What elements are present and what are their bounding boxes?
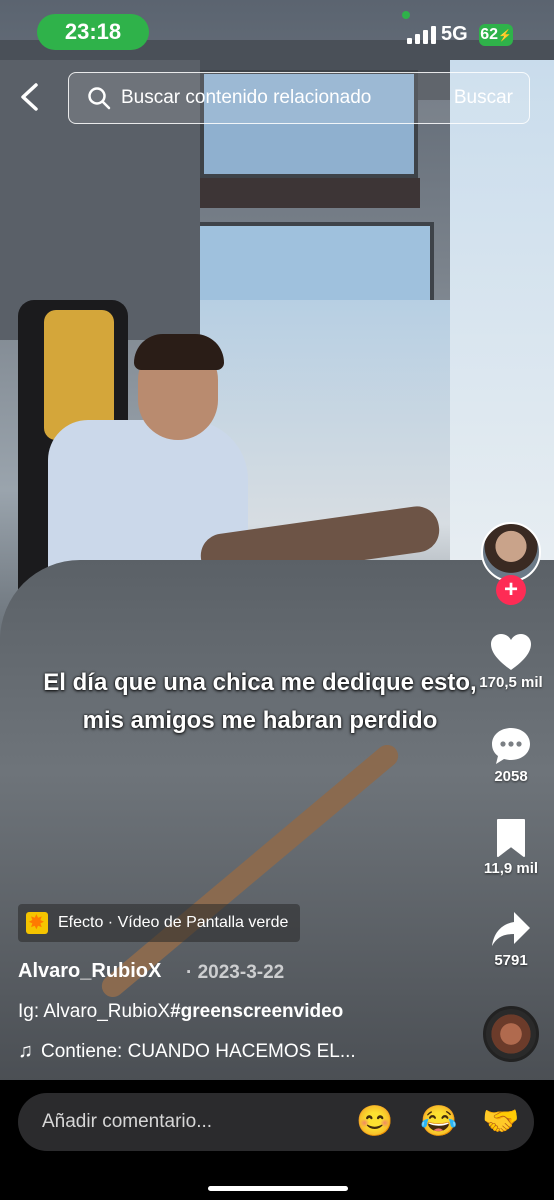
- post-description: Ig: Alvaro_RubioX#greenscreenvideo: [18, 1001, 343, 1023]
- effect-tag[interactable]: Efecto · Vídeo de Pantalla verde: [18, 904, 301, 942]
- comment-input[interactable]: Añadir comentario... 😊 😂 🤝: [18, 1093, 534, 1151]
- like-button[interactable]: 170,5 mil: [474, 632, 548, 691]
- comment-button[interactable]: 2058: [474, 726, 548, 785]
- chevron-left-icon: [21, 83, 38, 111]
- share-button[interactable]: 5791: [474, 910, 548, 969]
- music-info[interactable]: ♫ Contiene: CUANDO HACEMOS EL...: [18, 1040, 356, 1063]
- share-arrow-icon: [492, 912, 530, 946]
- post-date: · 2023-3-22: [186, 962, 285, 983]
- like-count: 170,5 mil: [479, 674, 543, 691]
- hashtag-link[interactable]: #greenscreenvideo: [170, 1001, 343, 1022]
- search-placeholder: Buscar contenido relacionado: [121, 87, 372, 108]
- search-icon: [88, 87, 111, 110]
- back-button[interactable]: [18, 82, 48, 116]
- status-bar: 23:18 5G 62⚡: [0, 0, 554, 60]
- bookmark-icon: [497, 819, 525, 857]
- comment-bubble-icon: [492, 728, 530, 764]
- bus-window-middle: [196, 222, 434, 308]
- search-button[interactable]: Buscar: [454, 87, 513, 109]
- signal-icon: [407, 26, 437, 44]
- creator-username[interactable]: Alvaro_RubioX: [18, 960, 161, 983]
- privacy-indicator-dot: [402, 11, 410, 19]
- comment-placeholder: Añadir comentario...: [42, 1111, 213, 1132]
- music-title: Contiene: CUANDO HACEMOS EL...: [41, 1040, 356, 1062]
- handshake-emoji-button[interactable]: 🤝: [482, 1103, 519, 1141]
- side-window: [450, 60, 554, 580]
- description-text: Ig: Alvaro_RubioX: [18, 1001, 171, 1022]
- video-caption: El día que una chica me dedique esto, mi…: [43, 669, 477, 734]
- driver-hair: [134, 334, 224, 370]
- effect-label: Efecto · Vídeo de Pantalla verde: [58, 914, 289, 931]
- search-input[interactable]: Buscar contenido relacionado Buscar: [68, 72, 530, 124]
- battery-level: 62: [480, 26, 499, 43]
- battery-icon: 62⚡: [479, 24, 513, 46]
- save-count: 11,9 mil: [483, 860, 539, 877]
- comment-count: 2058: [494, 768, 528, 785]
- smile-emoji-button[interactable]: 😊: [356, 1103, 393, 1141]
- comment-bar: Añadir comentario... 😊 😂 🤝: [0, 1080, 554, 1200]
- heart-icon: [491, 634, 531, 670]
- follow-button[interactable]: +: [496, 575, 526, 605]
- music-note-icon: ♫: [18, 1040, 33, 1062]
- home-indicator[interactable]: [208, 1186, 348, 1191]
- laugh-emoji-button[interactable]: 😂: [420, 1103, 457, 1141]
- status-time: 23:18: [37, 14, 149, 50]
- share-count: 5791: [494, 952, 528, 969]
- save-button[interactable]: 11,9 mil: [474, 818, 548, 877]
- creator-avatar[interactable]: [481, 522, 541, 582]
- effect-icon: [26, 910, 48, 935]
- network-type: 5G: [441, 23, 468, 45]
- bus-sign-panel: [190, 178, 420, 208]
- music-disc[interactable]: [483, 1006, 539, 1062]
